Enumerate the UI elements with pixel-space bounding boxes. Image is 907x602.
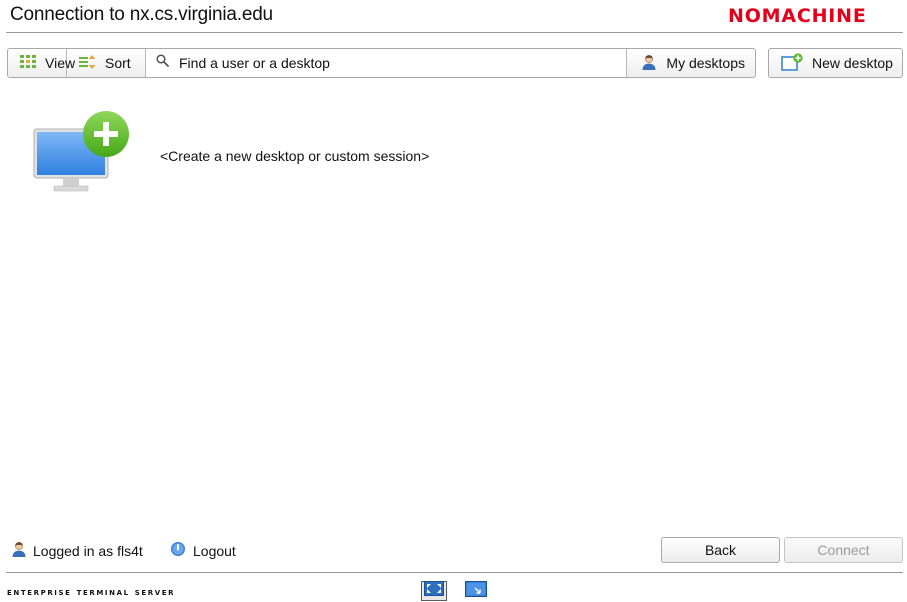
- view-button[interactable]: View: [8, 49, 75, 77]
- sort-icon: [79, 54, 96, 72]
- new-desktop-label: New desktop: [812, 55, 893, 71]
- sort-button[interactable]: Sort: [67, 49, 146, 77]
- footer-divider: [6, 572, 903, 573]
- window-title: Connection to nx.cs.virginia.edu: [10, 4, 273, 25]
- brand-logo: NOMACHINE: [728, 5, 901, 30]
- header-divider: [6, 32, 903, 33]
- logout-label: Logout: [193, 542, 236, 559]
- search-box: [146, 49, 628, 77]
- my-desktops-label: My desktops: [666, 55, 745, 71]
- brand-text: NOMACHINE: [728, 5, 867, 25]
- grid-icon: [20, 54, 36, 72]
- resize-display-button[interactable]: [463, 580, 489, 602]
- search-icon: [156, 54, 169, 72]
- new-desktop-button[interactable]: New desktop: [768, 48, 903, 78]
- nomachine-logo: NOMACHINE: [728, 5, 867, 27]
- connect-button[interactable]: Connect: [784, 537, 903, 563]
- resize-display-icon: [465, 580, 487, 602]
- back-button[interactable]: Back: [661, 537, 780, 563]
- fit-display-icon: [424, 581, 444, 601]
- create-desktop-item[interactable]: <Create a new desktop or custom session>: [32, 110, 452, 200]
- sort-label: Sort: [105, 55, 131, 71]
- new-desktop-icon: [781, 52, 803, 74]
- logged-in-status: Logged in as fls4t: [11, 541, 143, 560]
- my-desktops-button[interactable]: My desktops: [627, 49, 755, 77]
- logout-link[interactable]: Logout: [170, 541, 236, 560]
- search-input[interactable]: [179, 55, 579, 71]
- fit-display-button[interactable]: [421, 581, 447, 601]
- create-desktop-label: <Create a new desktop or custom session>: [160, 148, 430, 164]
- edition-label: Enterprise Terminal Server: [7, 587, 176, 598]
- toolbar: View Sort Find a user or a desktop My de…: [7, 48, 756, 78]
- user-icon: [641, 54, 657, 73]
- logged-in-label: Logged in as fls4t: [33, 542, 143, 559]
- user-icon: [11, 541, 27, 560]
- header: Connection to nx.cs.virginia.edu NOMACHI…: [0, 0, 907, 33]
- power-icon: [170, 541, 186, 560]
